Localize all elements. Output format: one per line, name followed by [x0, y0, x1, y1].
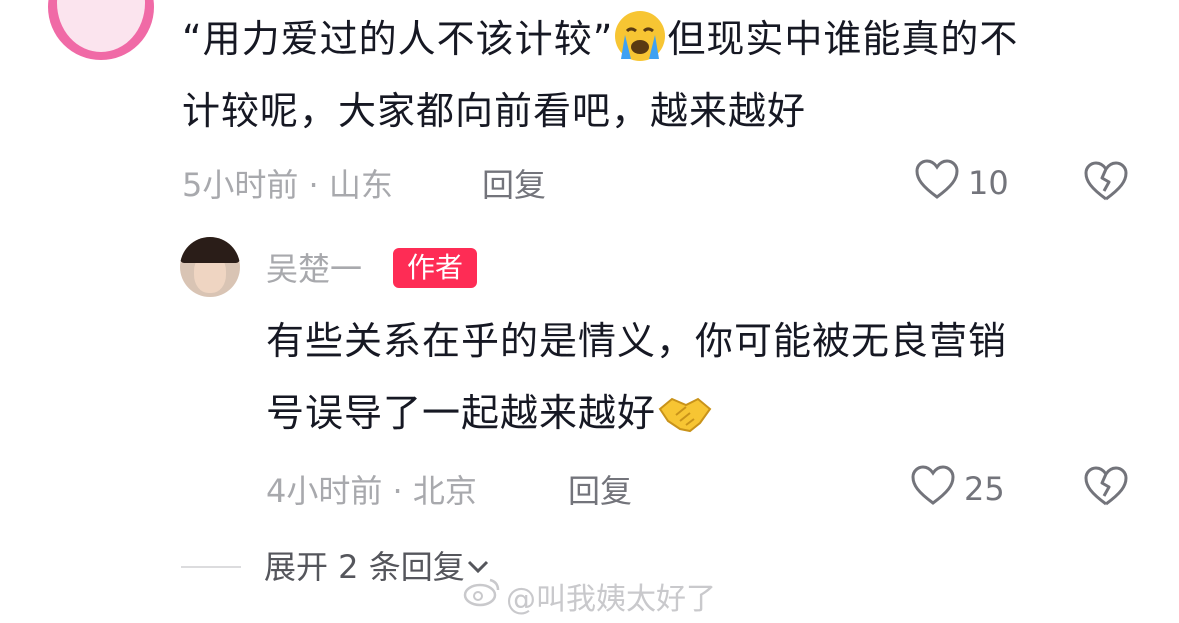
handshake-icon — [656, 379, 714, 453]
watermark-text: @叫我姨太好了 — [506, 582, 716, 617]
comment-meta: 5小时前 · 山东 — [182, 166, 393, 204]
broken-heart-icon[interactable] — [1083, 465, 1129, 511]
expand-replies-button[interactable]: 展开 2 条回复 — [264, 542, 491, 588]
reply-button[interactable]: 回复 — [482, 160, 546, 206]
divider — [181, 566, 241, 568]
username[interactable]: 吴楚一 — [266, 244, 362, 290]
comment-text: 但现实中谁能真的不 — [667, 17, 1019, 61]
comment-meta: 4小时前 · 北京 — [266, 472, 477, 510]
comment-text: 号误导了一起越来越好 — [266, 391, 657, 435]
heart-outline-icon — [910, 464, 956, 514]
weibo-logo-icon — [462, 576, 502, 616]
like-count: 25 — [964, 470, 1005, 508]
watermark: @叫我姨太好了 — [462, 574, 716, 618]
comment-section: “用力爱过的人不该计较” 但现实中谁能真的不 计较呢，大家都向前看吧，越来越好 … — [0, 0, 1179, 623]
heart-outline-icon — [914, 158, 960, 208]
like-count: 10 — [968, 164, 1009, 202]
avatar[interactable] — [48, 0, 154, 60]
comment-text-line: 计较呢，大家都向前看吧，越来越好 — [182, 89, 807, 133]
comment-text-line: 号误导了一起越来越好 — [266, 376, 714, 453]
comment-text: “用力爱过的人不该计较” — [182, 17, 614, 61]
like-button[interactable]: 25 — [910, 464, 1005, 514]
avatar-hair-shape — [180, 237, 240, 263]
author-avatar[interactable] — [180, 237, 240, 297]
author-badge: 作者 — [393, 248, 477, 288]
crying-face-icon — [613, 5, 667, 79]
comment-text-line: 有些关系在乎的是情义，你可能被无良营销 — [266, 319, 1008, 363]
comment-text-line: “用力爱过的人不该计较” 但现实中谁能真的不 — [182, 2, 1018, 79]
avatar-image — [57, 0, 145, 52]
expand-replies-label: 展开 2 条回复 — [264, 548, 465, 586]
reply-button[interactable]: 回复 — [568, 466, 632, 512]
like-button[interactable]: 10 — [914, 158, 1009, 208]
broken-heart-icon[interactable] — [1083, 160, 1129, 206]
